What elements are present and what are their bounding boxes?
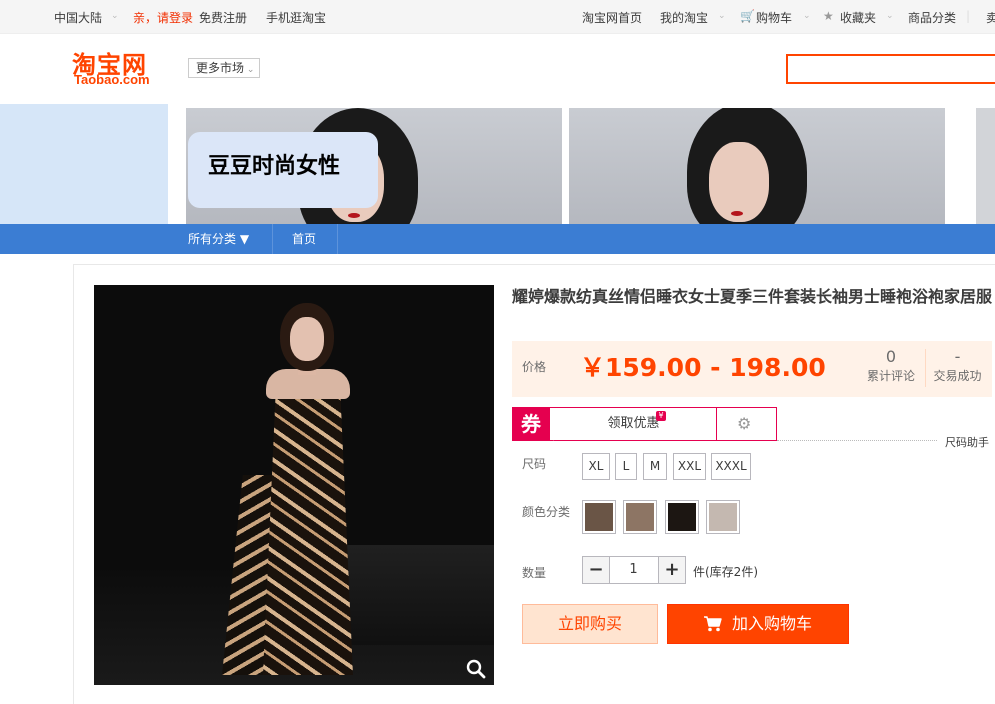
quantity-increase-button[interactable]: + [658,556,686,584]
shop-banner [0,104,995,224]
reviews-stat[interactable]: 0 累计评论 [862,347,920,384]
coupon-tag: 券 [512,407,554,441]
color-label: 颜色分类 [522,505,571,519]
get-coupon-button[interactable]: 领取优惠 ¥ [551,408,717,440]
more-markets-dropdown[interactable]: 更多市场 ⌄ [188,58,260,78]
chevron-down-icon: ⌄ [886,11,894,21]
shop-nav: 所有分类 ▼ 首页 [0,224,995,254]
search-input[interactable] [786,54,995,84]
chevron-down-icon: ⌄ [803,11,811,21]
add-to-cart-button[interactable]: 加入购物车 [667,604,849,644]
logo-text-en: Taobao.com [74,72,150,87]
categories-link[interactable]: 商品分类 [908,9,956,26]
banner-photo [976,108,995,224]
color-option[interactable] [665,500,699,534]
stat-divider [925,349,926,387]
taobao-home-link[interactable]: 淘宝网首页 [582,9,642,26]
buy-now-button[interactable]: 立即购买 [522,604,658,644]
chevron-down-icon: ⌄ [111,11,119,21]
site-nav: 中国大陆 ⌄ 亲，请登录 免费注册 手机逛淘宝 淘宝网首页 我的淘宝 ⌄ 🛒 购… [0,0,995,34]
coupon-bar: 券 领取优惠 ¥ ⚙ [512,407,777,441]
quantity-decrease-button[interactable]: − [582,556,610,584]
size-option[interactable]: XXL [673,453,706,480]
shop-home-link[interactable]: 首页 [292,224,316,254]
color-option[interactable] [582,500,616,534]
chevron-down-icon: ⌄ [718,11,726,21]
banner-left-panel [0,104,168,224]
zoom-icon[interactable] [466,659,486,679]
dress-shape [263,385,353,675]
cart-icon [704,616,722,632]
quantity-label: 数量 [522,566,547,580]
color-option[interactable] [706,500,740,534]
my-taobao-link[interactable]: 我的淘宝 [660,9,708,26]
stock-text: 件(库存2件) [693,565,758,579]
mobile-link[interactable]: 手机逛淘宝 [266,9,326,26]
sales-count: - [954,347,961,366]
quantity-input[interactable]: 1 [609,556,658,584]
size-label: 尺码 [522,457,547,471]
price-label: 价格 [522,360,547,374]
reviews-label: 累计评论 [866,369,915,383]
gear-icon[interactable]: ⚙ [737,415,755,433]
color-option[interactable] [623,500,657,534]
chevron-down-icon: ⌄ [244,65,255,75]
yen-badge-icon: ¥ [656,411,666,421]
star-icon: ★ [823,9,834,23]
size-option[interactable]: XL [582,453,610,480]
sales-stat: - 交易成功 [930,347,985,384]
divider-line [777,440,937,441]
login-link[interactable]: 亲，请登录 [133,9,193,26]
main-product-image[interactable] [94,285,494,685]
price-panel: 价格 ￥159.00 - 198.00 0 累计评论 - 交易成功 [512,341,992,397]
register-link[interactable]: 免费注册 [199,9,247,26]
nav-divider [337,224,338,254]
nav-divider [272,224,273,254]
add-to-cart-label: 加入购物车 [732,614,813,633]
shop-name[interactable]: 豆豆时尚女性 [188,132,378,208]
region-selector[interactable]: 中国大陆 [54,9,102,26]
reviews-count: 0 [885,347,897,366]
more-markets-label: 更多市场 [196,61,245,75]
size-helper-link[interactable]: 尺码助手 [945,434,989,450]
product-title: 耀婷爆款纺真丝情侣睡衣女士夏季三件套装长袖男士睡袍浴袍家居服 [512,287,993,306]
size-option[interactable]: M [643,453,667,480]
sales-label: 交易成功 [933,369,982,383]
cart-link[interactable]: 购物车 [756,9,792,26]
all-categories-menu[interactable]: 所有分类 ▼ [188,224,249,254]
get-coupon-label: 领取优惠 [607,416,660,431]
taobao-logo[interactable]: 淘宝网 Taobao.com [72,48,170,90]
cart-icon: 🛒 [740,9,755,23]
banner-photo [569,108,945,224]
nav-divider: | [966,9,971,23]
size-option[interactable]: L [615,453,637,480]
size-option[interactable]: XXXL [711,453,751,480]
favorites-link[interactable]: 收藏夹 [840,9,876,26]
seller-link[interactable]: 卖 [986,9,995,26]
price-value: ￥159.00 - 198.00 [580,353,826,382]
